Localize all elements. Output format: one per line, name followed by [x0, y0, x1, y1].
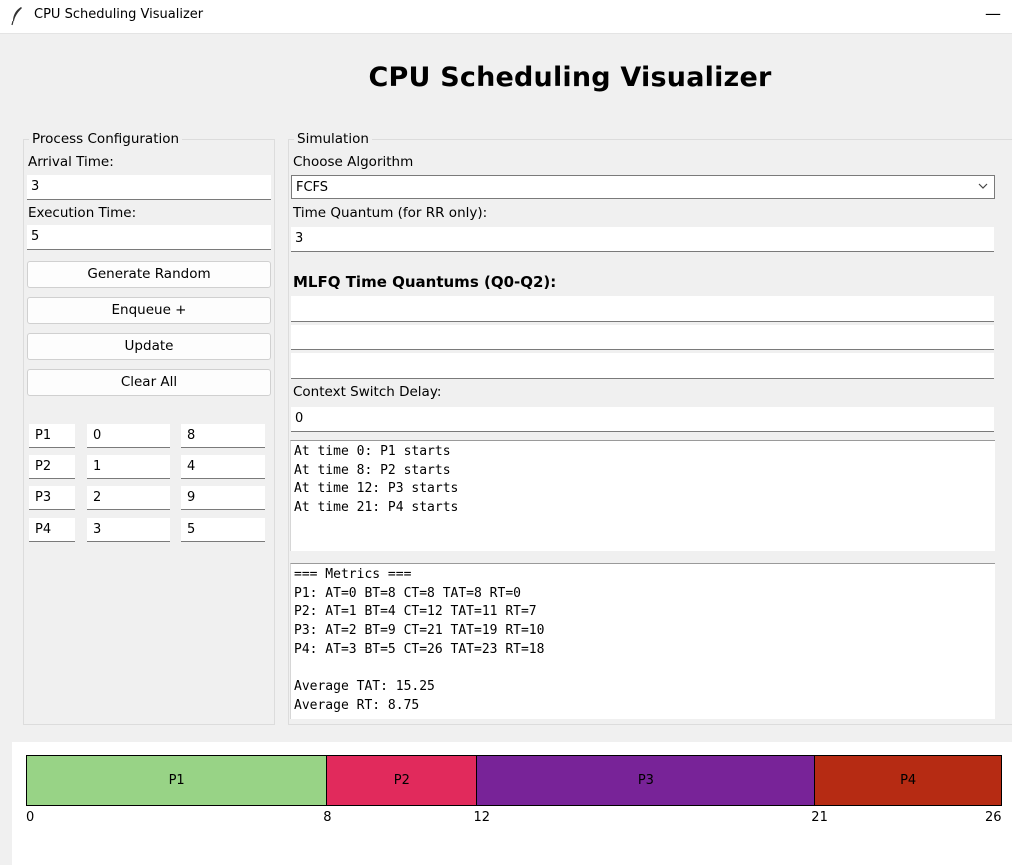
clear-all-button[interactable]: Clear All	[27, 369, 271, 396]
process-burst-cell[interactable]: 4	[181, 455, 265, 479]
simulation-legend: Simulation	[297, 131, 369, 147]
update-button[interactable]: Update	[27, 333, 271, 360]
process-name-cell[interactable]: P3	[29, 486, 75, 510]
window-titlebar: CPU Scheduling Visualizer —	[0, 0, 1012, 34]
process-arrival-cell[interactable]: 3	[87, 518, 170, 542]
arrival-time-label: Arrival Time:	[28, 154, 114, 170]
process-burst-cell[interactable]: 9	[181, 486, 265, 510]
mlfq-q1-input[interactable]	[291, 325, 994, 350]
gantt-tick-label: 8	[323, 810, 332, 825]
execution-time-label: Execution Time:	[28, 205, 137, 221]
process-name-cell[interactable]: P4	[29, 518, 75, 542]
process-arrival-cell[interactable]: 2	[87, 486, 170, 510]
time-quantum-label: Time Quantum (for RR only):	[293, 205, 488, 221]
context-switch-input[interactable]: 0	[291, 407, 994, 432]
chevron-down-icon	[978, 183, 988, 189]
simulation-log[interactable]: At time 0: P1 starts At time 8: P2 start…	[290, 440, 995, 551]
process-burst-cell[interactable]: 8	[181, 424, 265, 448]
mlfq-q2-input[interactable]	[291, 353, 994, 379]
execution-time-input[interactable]: 5	[27, 225, 271, 250]
context-switch-label: Context Switch Delay:	[293, 384, 442, 400]
gantt-chart: P1 P2 P3 P4 0 8 12 21 26	[12, 742, 1012, 865]
algorithm-select[interactable]: FCFS	[291, 175, 995, 199]
minimize-button[interactable]: —	[985, 4, 1001, 23]
feather-icon	[11, 7, 22, 26]
process-name-cell[interactable]: P2	[29, 455, 75, 479]
gantt-tick-label: 26	[985, 810, 1002, 825]
process-burst-cell[interactable]: 5	[181, 518, 265, 542]
algorithm-label: Choose Algorithm	[293, 154, 414, 170]
window-title: CPU Scheduling Visualizer	[34, 7, 204, 22]
time-quantum-input[interactable]: 3	[291, 227, 994, 252]
gantt-segment-p4: P4	[814, 755, 1002, 806]
mlfq-label: MLFQ Time Quantums (Q0-Q2):	[293, 273, 557, 291]
gantt-segment-p1: P1	[26, 755, 328, 806]
process-name-cell[interactable]: P1	[29, 424, 75, 448]
process-arrival-cell[interactable]: 0	[87, 424, 170, 448]
gantt-tick-label: 21	[811, 810, 828, 825]
mlfq-q0-input[interactable]	[291, 296, 994, 322]
metrics-output[interactable]: === Metrics === P1: AT=0 BT=8 CT=8 TAT=8…	[290, 563, 995, 719]
page-title: CPU Scheduling Visualizer	[368, 62, 772, 93]
gantt-tick-label: 12	[473, 810, 490, 825]
gantt-tick-label: 0	[26, 810, 35, 825]
arrival-time-input[interactable]: 3	[27, 175, 271, 200]
gantt-segment-p2: P2	[326, 755, 478, 806]
algorithm-select-value: FCFS	[296, 180, 329, 195]
process-arrival-cell[interactable]: 1	[87, 455, 170, 479]
generate-random-button[interactable]: Generate Random	[27, 261, 271, 288]
enqueue-button[interactable]: Enqueue +	[27, 297, 271, 324]
gantt-segment-p3: P3	[476, 755, 816, 806]
process-configuration-legend: Process Configuration	[32, 131, 180, 147]
